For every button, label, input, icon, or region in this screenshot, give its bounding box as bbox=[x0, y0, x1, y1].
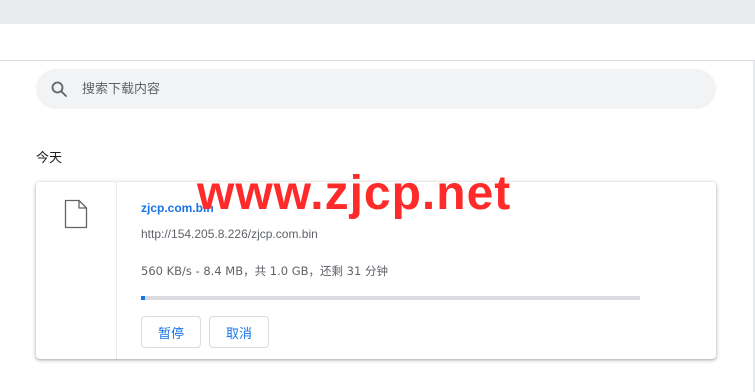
search-bar[interactable] bbox=[36, 69, 716, 109]
file-url: http://154.205.8.226/zjcp.com.bin bbox=[141, 227, 318, 241]
search-input[interactable] bbox=[82, 69, 702, 109]
toolbar bbox=[0, 24, 755, 61]
file-name-link[interactable]: zjcp.com.bin bbox=[141, 201, 214, 215]
progress-bar bbox=[141, 296, 640, 300]
file-icon bbox=[64, 199, 88, 229]
search-icon bbox=[50, 80, 68, 98]
cancel-button[interactable]: 取消 bbox=[209, 316, 269, 348]
pause-button[interactable]: 暂停 bbox=[141, 316, 201, 348]
tab-strip bbox=[0, 0, 755, 24]
progress-bar-fill bbox=[141, 296, 146, 300]
section-title-today: 今天 bbox=[36, 151, 63, 166]
download-progress-text: 560 KB/s - 8.4 MB，共 1.0 GB，还剩 31 分钟 bbox=[141, 264, 388, 278]
file-icon-column bbox=[36, 182, 117, 359]
download-card: zjcp.com.bin http://154.205.8.226/zjcp.c… bbox=[36, 182, 716, 359]
